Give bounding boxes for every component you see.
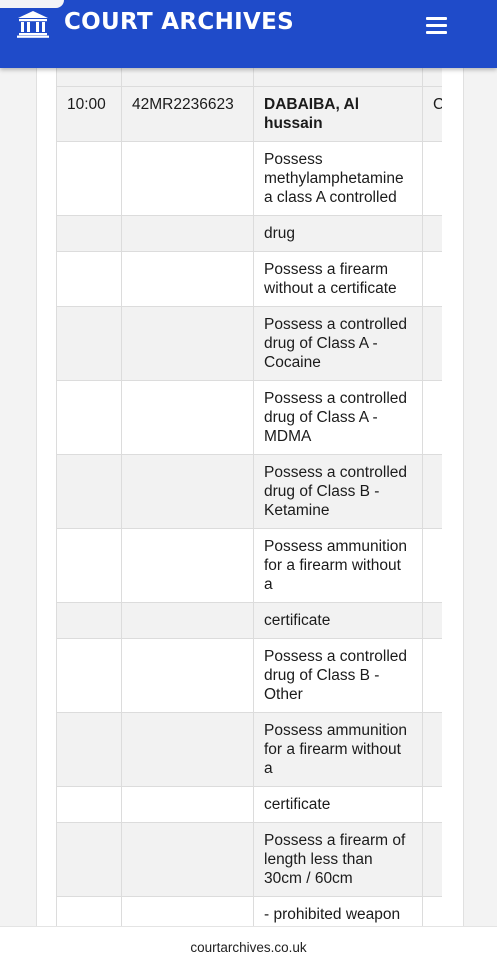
site-header: COURT ARCHIVES — [0, 0, 497, 68]
offence-cell: certificate — [253, 786, 423, 823]
offence-cell — [253, 68, 423, 87]
offence-cell: Possess methylamphetamine a class A cont… — [253, 141, 423, 216]
case-number-cell — [121, 602, 254, 639]
extra-cell — [422, 638, 442, 713]
case-number-cell — [121, 68, 254, 87]
table-row — [56, 68, 442, 87]
time-cell — [56, 712, 122, 787]
case-number-cell — [121, 454, 254, 529]
case-number-cell — [121, 380, 254, 455]
case-number-cell — [121, 638, 254, 713]
time-cell — [56, 602, 122, 639]
browser-url-bar[interactable]: courtarchives.co.uk — [0, 926, 497, 961]
table-body: 10:0042MR2236623DABAIBA, Al hussainCPoss… — [56, 68, 442, 926]
table-row: Possess a controlled drug of Class A - C… — [56, 306, 442, 381]
offence-cell: Possess a controlled drug of Class B - K… — [253, 454, 423, 529]
extra-cell — [422, 68, 442, 87]
extra-cell — [422, 528, 442, 603]
extra-cell — [422, 786, 442, 823]
extra-cell — [422, 141, 442, 216]
time-cell — [56, 896, 122, 926]
extra-cell: C — [422, 86, 442, 142]
url-text: courtarchives.co.uk — [190, 940, 307, 955]
table-row: drug — [56, 215, 442, 252]
table-row: Possess methylamphetamine a class A cont… — [56, 141, 442, 216]
case-number-cell — [121, 141, 254, 216]
case-number-cell — [121, 251, 254, 307]
offence-cell: Possess a controlled drug of Class A - M… — [253, 380, 423, 455]
time-cell — [56, 68, 122, 87]
offence-cell: Possess a firearm without a certificate — [253, 251, 423, 307]
case-number-cell — [121, 306, 254, 381]
case-number-cell — [121, 822, 254, 897]
time-cell — [56, 141, 122, 216]
time-cell — [56, 786, 122, 823]
extra-cell — [422, 306, 442, 381]
table-row: Possess a controlled drug of Class A - M… — [56, 380, 442, 455]
case-number-cell — [121, 896, 254, 926]
time-cell — [56, 638, 122, 713]
time-cell: 10:00 — [56, 86, 122, 142]
courthouse-icon[interactable] — [16, 10, 50, 38]
extra-cell — [422, 215, 442, 252]
offence-cell: drug — [253, 215, 423, 252]
case-number-cell — [121, 215, 254, 252]
time-cell — [56, 251, 122, 307]
table-row: 10:0042MR2236623DABAIBA, Al hussainC — [56, 86, 442, 142]
case-number-cell: 42MR2236623 — [121, 86, 254, 142]
time-cell — [56, 380, 122, 455]
hamburger-menu-icon[interactable] — [423, 13, 451, 39]
table-row: Possess ammunition for a firearm without… — [56, 712, 442, 787]
table-row: certificate — [56, 786, 442, 823]
table-row: Possess a firearm without a certificate — [56, 251, 442, 307]
time-cell — [56, 306, 122, 381]
case-number-cell — [121, 712, 254, 787]
case-number-cell — [121, 528, 254, 603]
offence-cell: certificate — [253, 602, 423, 639]
extra-cell — [422, 896, 442, 926]
court-listing-table-scroll[interactable]: 10:0042MR2236623DABAIBA, Al hussainCPoss… — [56, 68, 442, 926]
extra-cell — [422, 251, 442, 307]
offence-cell: Possess a firearm of length less than 30… — [253, 822, 423, 897]
table-row: Possess ammunition for a firearm without… — [56, 528, 442, 603]
offence-cell: Possess ammunition for a firearm without… — [253, 528, 423, 603]
case-number-cell — [121, 786, 254, 823]
table-row: certificate — [56, 602, 442, 639]
extra-cell — [422, 712, 442, 787]
extra-cell — [422, 822, 442, 897]
site-title[interactable]: COURT ARCHIVES — [64, 9, 294, 35]
extra-cell — [422, 380, 442, 455]
time-cell — [56, 822, 122, 897]
offence-cell: - prohibited weapon — [253, 896, 423, 926]
extra-cell — [422, 454, 442, 529]
offence-cell: Possess a controlled drug of Class B - O… — [253, 638, 423, 713]
table-row: Possess a firearm of length less than 30… — [56, 822, 442, 897]
table-row: - prohibited weapon — [56, 896, 442, 926]
offence-cell: Possess ammunition for a firearm without… — [253, 712, 423, 787]
time-cell — [56, 528, 122, 603]
offence-cell: Possess a controlled drug of Class A - C… — [253, 306, 423, 381]
table-row: Possess a controlled drug of Class B - K… — [56, 454, 442, 529]
table-row: Possess a controlled drug of Class B - O… — [56, 638, 442, 713]
time-cell — [56, 215, 122, 252]
browser-tab-edge — [0, 0, 64, 8]
time-cell — [56, 454, 122, 529]
court-listing-table: 10:0042MR2236623DABAIBA, Al hussainCPoss… — [56, 68, 442, 926]
main-content: 10:0042MR2236623DABAIBA, Al hussainCPoss… — [0, 68, 497, 926]
defendant-name-cell: DABAIBA, Al hussain — [253, 86, 423, 142]
extra-cell — [422, 602, 442, 639]
